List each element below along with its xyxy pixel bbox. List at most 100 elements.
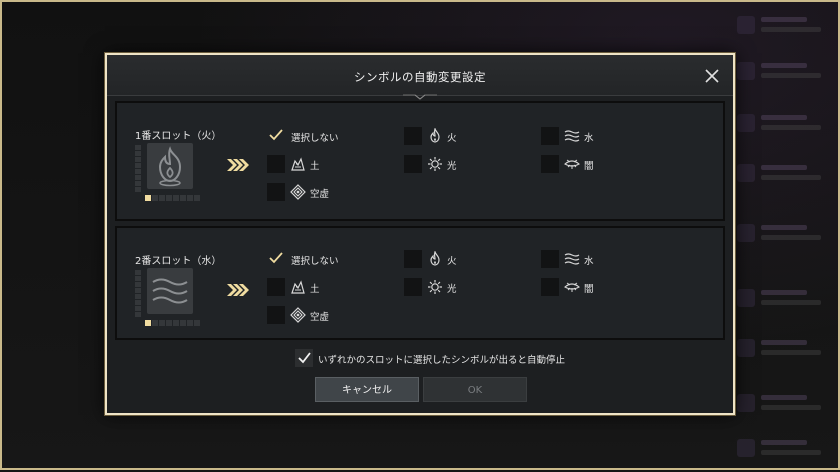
dialog-title: シンボルの自動変更設定 bbox=[354, 70, 486, 84]
light-icon bbox=[428, 157, 442, 171]
water-icon bbox=[152, 278, 188, 304]
option-label: 空虚 bbox=[310, 312, 330, 323]
option-checkbox[interactable] bbox=[404, 155, 422, 173]
option-checkbox[interactable] bbox=[267, 306, 285, 324]
fire-icon bbox=[158, 146, 182, 187]
close-icon bbox=[705, 69, 719, 83]
option-label: 水 bbox=[584, 256, 594, 267]
chevron-right-icon bbox=[227, 159, 249, 171]
chevron-right-icon bbox=[227, 284, 249, 296]
progress-cell bbox=[166, 320, 172, 326]
progress-cell bbox=[187, 195, 193, 201]
progress-cell bbox=[159, 320, 165, 326]
close-button[interactable] bbox=[703, 67, 721, 85]
auto-stop-checkbox[interactable] bbox=[295, 349, 315, 369]
progress-cell bbox=[173, 320, 179, 326]
option-label: 土 bbox=[310, 161, 320, 172]
option-none[interactable]: 選択しない bbox=[267, 127, 387, 147]
option-void[interactable]: 空虚 bbox=[267, 306, 387, 326]
progress-cell bbox=[194, 195, 200, 201]
option-label: 火 bbox=[447, 133, 457, 144]
void-icon bbox=[290, 307, 306, 323]
slot-element-symbol bbox=[147, 143, 193, 189]
option-light[interactable]: 光 bbox=[404, 155, 524, 175]
background-list-item bbox=[737, 60, 837, 90]
background-list-item bbox=[737, 392, 837, 422]
progress-cell bbox=[152, 320, 158, 326]
option-fire[interactable]: 火 bbox=[404, 127, 524, 147]
progress-cell bbox=[159, 195, 165, 201]
progress-cell bbox=[145, 320, 151, 326]
progress-cell bbox=[166, 195, 172, 201]
slot-side-meter bbox=[135, 145, 141, 193]
slot-element-symbol bbox=[147, 268, 193, 314]
option-checkbox[interactable] bbox=[541, 127, 559, 145]
background-list bbox=[737, 2, 837, 472]
void-icon bbox=[290, 184, 306, 200]
option-dark[interactable]: 闇 bbox=[541, 278, 661, 298]
option-label: 土 bbox=[310, 284, 320, 295]
option-checkbox[interactable] bbox=[404, 250, 422, 268]
option-light[interactable]: 光 bbox=[404, 278, 524, 298]
progress-cell bbox=[145, 195, 151, 201]
option-water[interactable]: 水 bbox=[541, 127, 661, 147]
option-dark[interactable]: 闇 bbox=[541, 155, 661, 175]
slot-progress bbox=[145, 195, 205, 201]
earth-icon bbox=[291, 157, 305, 171]
option-fire[interactable]: 火 bbox=[404, 250, 524, 270]
background-list-item bbox=[737, 287, 837, 317]
option-label: 光 bbox=[447, 284, 457, 295]
option-earth[interactable]: 土 bbox=[267, 278, 387, 298]
checkmark-icon bbox=[298, 352, 311, 364]
cancel-button[interactable]: キャンセル bbox=[315, 377, 419, 402]
option-label: 空虚 bbox=[310, 189, 330, 200]
option-void[interactable]: 空虚 bbox=[267, 183, 387, 203]
option-checkbox[interactable] bbox=[541, 250, 559, 268]
background-list-item bbox=[737, 162, 837, 192]
progress-cell bbox=[173, 195, 179, 201]
option-label: 闇 bbox=[584, 161, 594, 172]
option-label: 闇 bbox=[584, 284, 594, 295]
background-list-item bbox=[737, 222, 837, 252]
water-icon bbox=[564, 130, 580, 142]
option-checkbox[interactable] bbox=[267, 155, 285, 173]
progress-cell bbox=[194, 320, 200, 326]
option-label: 光 bbox=[447, 161, 457, 172]
background-list-item bbox=[737, 437, 837, 467]
option-water[interactable]: 水 bbox=[541, 250, 661, 270]
checkmark-icon bbox=[269, 252, 283, 264]
auto-stop-label: いずれかのスロットに選択したシンボルが出ると自動停止 bbox=[318, 355, 566, 366]
option-none[interactable]: 選択しない bbox=[267, 250, 387, 270]
progress-cell bbox=[180, 195, 186, 201]
slot-title: 2番スロット（水） bbox=[135, 256, 222, 267]
option-checkbox[interactable] bbox=[267, 127, 285, 145]
background-list-item bbox=[737, 337, 837, 367]
dark-icon bbox=[564, 282, 580, 292]
option-checkbox[interactable] bbox=[541, 278, 559, 296]
progress-cell bbox=[180, 320, 186, 326]
option-checkbox[interactable] bbox=[267, 183, 285, 201]
water-icon bbox=[564, 253, 580, 265]
option-checkbox[interactable] bbox=[267, 250, 285, 268]
symbol-auto-change-dialog: シンボルの自動変更設定 1番スロット（火） 選択しない火水土光闇空虚 2番スロット… bbox=[105, 53, 735, 415]
option-label: 水 bbox=[584, 133, 594, 144]
checkmark-icon bbox=[269, 129, 283, 141]
background-list-item bbox=[737, 112, 837, 142]
option-checkbox[interactable] bbox=[404, 278, 422, 296]
option-checkbox[interactable] bbox=[404, 127, 422, 145]
dark-icon bbox=[564, 159, 580, 169]
fire-icon bbox=[430, 251, 440, 266]
ornament-icon bbox=[403, 94, 437, 100]
dialog-titlebar: シンボルの自動変更設定 bbox=[107, 55, 733, 96]
slot-progress bbox=[145, 320, 205, 326]
slot-panel-2: 2番スロット（水） 選択しない 火 水土 光 闇空虚 bbox=[115, 226, 725, 340]
option-label: 選択しない bbox=[291, 256, 339, 267]
background-list-item bbox=[737, 14, 837, 44]
light-icon bbox=[428, 280, 442, 294]
ok-button[interactable]: OK bbox=[423, 377, 527, 402]
slot-title: 1番スロット（火） bbox=[135, 131, 222, 142]
option-earth[interactable]: 土 bbox=[267, 155, 387, 175]
option-checkbox[interactable] bbox=[267, 278, 285, 296]
fire-icon bbox=[430, 128, 440, 143]
option-checkbox[interactable] bbox=[541, 155, 559, 173]
